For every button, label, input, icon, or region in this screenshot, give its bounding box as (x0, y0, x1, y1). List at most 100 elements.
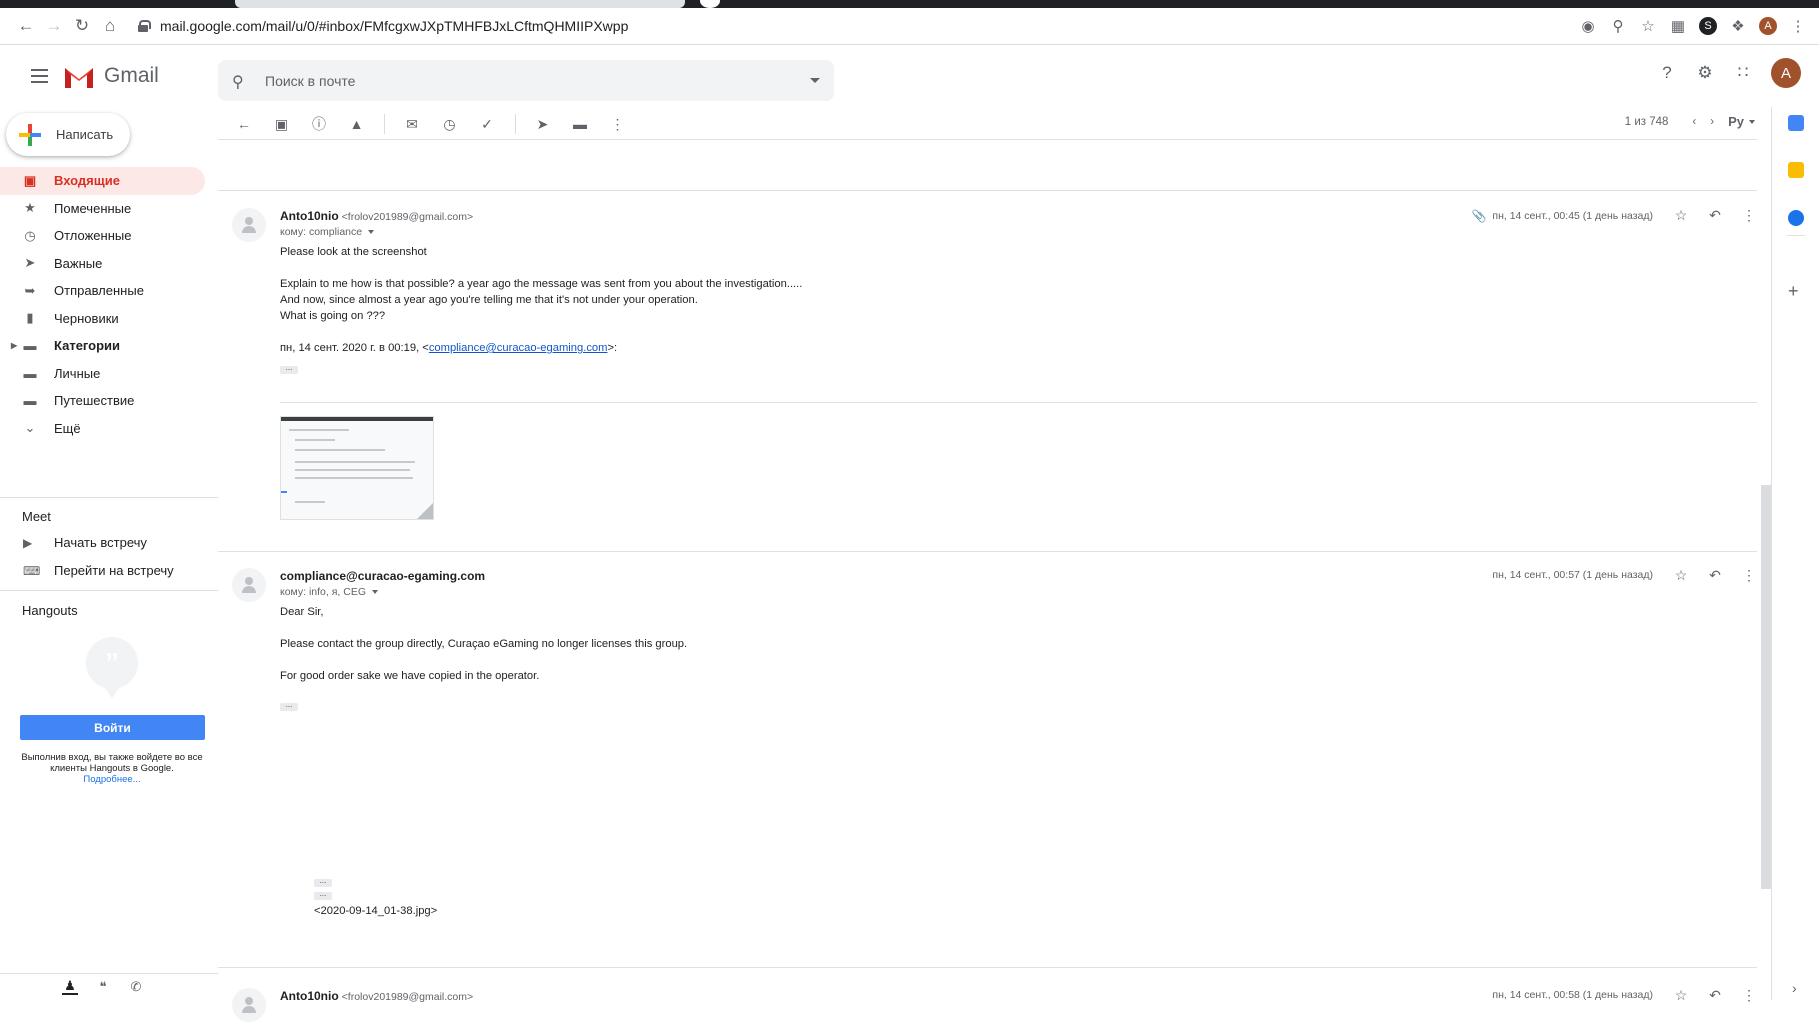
back-arrow-icon[interactable]: ← (12, 12, 40, 40)
sidebar-item-important[interactable]: ➤ Важные (0, 250, 205, 278)
help-icon[interactable]: ? (1657, 63, 1677, 83)
date-text: пн, 14 сент., 00:57 (1 день назад) (1492, 569, 1653, 581)
show-trimmed-content-button[interactable]: ... (280, 366, 298, 374)
star-icon[interactable]: ☆ (1673, 567, 1689, 583)
body-line: And now, since almost a year ago you're … (280, 292, 802, 308)
expand-panel-chevron-icon[interactable]: › (1792, 980, 1797, 996)
hangouts-signin-button[interactable]: Войти (20, 715, 205, 740)
scrollbar[interactable] (1761, 485, 1771, 889)
add-task-icon[interactable]: ✓ (477, 114, 497, 134)
message-sender[interactable]: compliance@curacao-egaming.com (280, 569, 485, 583)
sidebar-item-inbox[interactable]: ▣ Входящие (0, 167, 205, 195)
forward-arrow-icon[interactable]: → (40, 12, 68, 40)
puzzle-icon[interactable]: ❖ (1729, 17, 1747, 35)
url-field[interactable]: mail.google.com/mail/u/0/#inbox/FMfcgxwJ… (138, 12, 1579, 40)
reply-icon[interactable]: ↶ (1707, 207, 1723, 223)
browser-profile-avatar[interactable]: A (1759, 17, 1777, 35)
sidebar-item-categories[interactable]: ▶ ▬ Категории (0, 332, 205, 360)
gear-icon[interactable]: ⚙ (1695, 63, 1715, 83)
browser-tab[interactable] (235, 0, 685, 8)
apps-grid-icon[interactable]: ∷ (1733, 63, 1753, 83)
tasks-icon[interactable] (1788, 210, 1804, 226)
kebab-menu-icon[interactable]: ⋮ (1789, 17, 1807, 35)
attachment-clip-icon: 📎 (1471, 209, 1486, 223)
sidebar-divider (0, 590, 218, 591)
account-avatar[interactable]: A (1771, 58, 1801, 88)
meet-start-button[interactable]: ▶ Начать встречу (23, 535, 147, 550)
search-icon[interactable]: ⚲ (232, 72, 250, 90)
reply-icon[interactable]: ↶ (1707, 567, 1723, 583)
search-bar[interactable]: ⚲ Поиск в почте (218, 60, 834, 101)
add-addon-icon[interactable]: + (1788, 281, 1799, 302)
more-vert-icon[interactable]: ⋮ (608, 114, 628, 134)
quote-email-link[interactable]: compliance@curacao-egaming.com (429, 342, 608, 354)
show-trimmed-content-button[interactable]: ... (314, 879, 332, 887)
sidebar-item-snoozed[interactable]: ◷ Отложенные (0, 222, 205, 250)
gmail-logo[interactable]: Gmail (63, 64, 159, 88)
back-arrow-icon[interactable]: ← (234, 114, 254, 134)
quote-suffix: >: (607, 342, 617, 354)
more-vert-icon[interactable]: ⋮ (1741, 207, 1757, 223)
label-icon[interactable]: ▬ (570, 114, 590, 134)
snooze-clock-icon[interactable]: ◷ (440, 114, 460, 134)
home-icon[interactable]: ⌂ (96, 12, 124, 40)
trash-icon[interactable]: ▲ (347, 114, 367, 134)
message-body: Please look at the screenshot Explain to… (280, 244, 802, 356)
mark-unread-icon[interactable]: ✉ (402, 114, 422, 134)
meet-start-label: Начать встречу (54, 535, 147, 550)
report-spam-icon[interactable]: ⓘ (309, 114, 329, 134)
sidebar-item-drafts[interactable]: ▮ Черновики (0, 305, 205, 333)
keep-icon[interactable] (1788, 162, 1804, 178)
extension-calendar-icon[interactable]: ▦ (1669, 17, 1687, 35)
extension-s-icon[interactable]: S (1699, 17, 1717, 35)
input-language-selector[interactable]: Ру (1728, 114, 1755, 129)
thumb-fold-corner (417, 503, 433, 519)
learn-more-link[interactable]: Подробнее... (18, 774, 206, 785)
meet-join-button[interactable]: ⌨ Перейти на встречу (23, 563, 174, 578)
star-icon: ★ (23, 201, 37, 215)
more-vert-icon[interactable]: ⋮ (1741, 567, 1757, 583)
toolbar-divider (218, 139, 1757, 140)
sender-name: Anto10nio (280, 209, 339, 223)
show-trimmed-content-button[interactable]: ... (280, 703, 298, 711)
sidebar-item-more[interactable]: ⌄ Ещё (0, 415, 205, 443)
calendar-icon[interactable] (1788, 115, 1804, 131)
message-sender[interactable]: Anto10nio<frolov201989@gmail.com> (280, 989, 473, 1003)
more-vert-icon[interactable]: ⋮ (1741, 987, 1757, 1003)
move-to-icon[interactable]: ➤ (533, 114, 553, 134)
quote-prefix: пн, 14 сент. 2020 г. в 00:19, < (280, 342, 429, 354)
person-icon[interactable]: ♟ (62, 979, 78, 995)
newer-chevron-icon[interactable]: ‹ (1692, 116, 1696, 128)
inbox-icon: ▣ (23, 174, 37, 188)
message-divider (218, 967, 1757, 968)
message-date: 📎 пн, 14 сент., 00:45 (1 день назад) (1471, 209, 1653, 223)
recipient-line[interactable]: кому: info, я, CEG (280, 586, 378, 598)
chat-bubble-icon[interactable]: ❝ (95, 979, 111, 995)
compose-button[interactable]: Написать (6, 113, 130, 156)
sidebar-item-label: Помеченные (54, 201, 131, 216)
sidebar-item-personal[interactable]: ▬ Личные (0, 360, 205, 388)
archive-icon[interactable]: ▣ (272, 114, 292, 134)
search-options-icon[interactable] (810, 78, 820, 83)
main-menu-icon[interactable] (15, 52, 63, 100)
sidebar-item-starred[interactable]: ★ Помеченные (0, 195, 205, 223)
eye-icon[interactable]: ◉ (1579, 17, 1597, 35)
attachment-thumbnail[interactable] (280, 416, 434, 520)
caret-down-icon (1749, 120, 1755, 124)
search-input[interactable]: Поиск в почте (265, 73, 810, 89)
phone-icon[interactable]: ✆ (128, 979, 144, 995)
older-chevron-icon[interactable]: › (1710, 116, 1714, 128)
reply-icon[interactable]: ↶ (1707, 987, 1723, 1003)
recipient-line[interactable]: кому: compliance (280, 226, 374, 238)
show-trimmed-content-button[interactable]: ... (314, 892, 332, 900)
sidebar-item-travel[interactable]: ▬ Путешествие (0, 387, 205, 415)
zoom-icon[interactable]: ⚲ (1609, 17, 1627, 35)
sidebar-item-sent[interactable]: ➥ Отправленные (0, 277, 205, 305)
gmail-body: Написать ▣ Входящие ★ Помеченные ◷ Отлож… (0, 107, 1819, 1000)
bookmark-star-icon[interactable]: ☆ (1639, 17, 1657, 35)
message-sender[interactable]: Anto10nio<frolov201989@gmail.com> (280, 209, 473, 223)
reload-icon[interactable]: ↻ (68, 12, 96, 40)
star-icon[interactable]: ☆ (1673, 987, 1689, 1003)
star-icon[interactable]: ☆ (1673, 207, 1689, 223)
expand-arrow-icon[interactable]: ▶ (11, 341, 17, 350)
